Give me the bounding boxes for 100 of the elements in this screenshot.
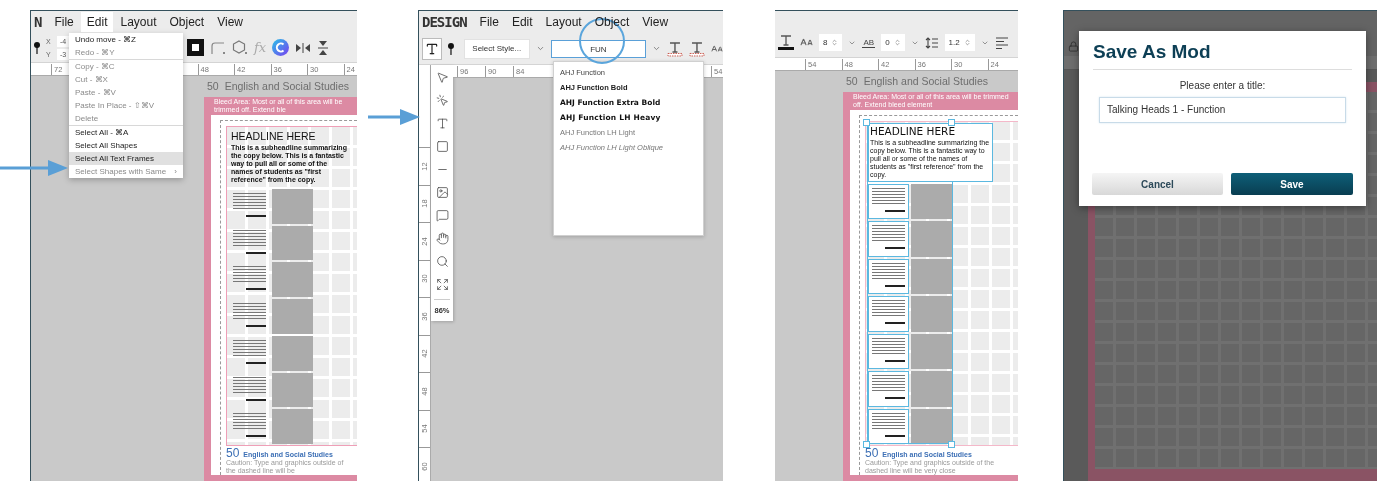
photo-placeholder	[272, 335, 313, 371]
app-logo: DESIGN	[422, 14, 467, 30]
name-text-line	[885, 284, 905, 287]
selection-handle[interactable]	[863, 441, 870, 448]
name-text-line	[246, 361, 266, 364]
quote-text-lines	[233, 376, 266, 395]
photo-placeholder	[911, 184, 952, 220]
text-color-icon[interactable]	[778, 34, 794, 51]
flip-horizontal-icon[interactable]	[295, 41, 312, 54]
name-text-line	[885, 322, 905, 325]
selection-handle[interactable]	[948, 441, 955, 448]
pointer-arrow	[0, 158, 68, 178]
expand-icon	[435, 278, 449, 291]
section-title: English and Social Studies	[224, 79, 350, 94]
text-tool-button[interactable]	[422, 37, 442, 60]
menu-item[interactable]: File	[48, 12, 80, 32]
menu-item[interactable]: Edit	[80, 12, 114, 32]
dialog-prompt: Please enter a title:	[1178, 80, 1267, 91]
hand-tool-button[interactable]	[433, 230, 451, 247]
pointer-arrow	[368, 107, 420, 127]
quote-text-lines	[233, 413, 266, 432]
fill-swatch-button[interactable]	[187, 39, 204, 56]
style-select[interactable]: Select Style...	[463, 38, 530, 59]
name-text-line	[246, 398, 266, 401]
quote-text-lines	[233, 303, 266, 322]
name-text-line	[885, 359, 905, 362]
text-icon	[424, 41, 439, 56]
tracking-field[interactable]: 0	[881, 34, 905, 51]
font-field[interactable]: FUN	[550, 39, 647, 58]
text-icon	[435, 117, 449, 130]
photo-placeholder	[911, 408, 952, 444]
font-size-field[interactable]: 8	[819, 34, 843, 51]
quote-text-lines	[872, 225, 905, 244]
headline: HEADLINE HERE	[231, 130, 317, 142]
search-icon	[435, 255, 449, 268]
quote-text-lines	[233, 229, 266, 248]
photo-placeholder	[911, 333, 952, 370]
chevron-down-icon[interactable]	[535, 44, 545, 53]
footer-page-number: 50	[865, 447, 879, 459]
flip-vertical-icon[interactable]	[317, 39, 330, 56]
save-button[interactable]: Save	[1231, 173, 1353, 195]
photo-placeholder	[272, 225, 313, 261]
name-text-line	[246, 288, 266, 291]
photo-placeholder	[272, 409, 313, 445]
title-input-field[interactable]: Talking Heads 1 - Function	[1099, 97, 1346, 123]
photo-placeholder	[272, 372, 313, 408]
chevron-down-icon[interactable]	[652, 44, 662, 53]
font-size-icon[interactable]	[711, 42, 723, 55]
quote-text-lines	[233, 193, 266, 211]
menu-item[interactable]: Layout	[114, 12, 163, 32]
photo-placeholder	[272, 262, 313, 298]
hand-icon	[435, 232, 449, 245]
headline: HEADLINE HERE	[870, 125, 957, 137]
comment-tool-button[interactable]	[433, 207, 451, 224]
name-text-line	[885, 434, 905, 437]
menu-item[interactable]: Select All Shapes	[69, 139, 183, 152]
tracking-label: AB	[862, 37, 876, 48]
section-title: English and Social Studies	[863, 74, 989, 89]
quote-text-lines	[872, 188, 905, 206]
color-logo-icon[interactable]	[272, 39, 290, 56]
photo-placeholder	[911, 221, 952, 257]
leading-field[interactable]: 1.2	[944, 34, 975, 51]
selection-handle[interactable]	[948, 119, 955, 126]
lock-icon	[1068, 41, 1079, 52]
pin-icon	[34, 41, 40, 54]
image-icon	[435, 186, 449, 199]
speech-bubble-icon	[435, 209, 449, 222]
page-number: 50	[846, 74, 858, 89]
name-text-line	[885, 247, 905, 250]
quote-text-lines	[233, 266, 266, 285]
photo-placeholder	[911, 296, 952, 332]
name-text-line	[246, 325, 266, 328]
corner-radius-icon[interactable]	[210, 40, 226, 55]
footer-page-number: 50	[226, 447, 240, 459]
menu-item[interactable]: View	[211, 12, 249, 32]
photo-placeholder	[272, 189, 313, 224]
name-text-line	[885, 397, 905, 400]
align-left-icon[interactable]	[994, 36, 1009, 49]
page-number: 50	[207, 79, 219, 94]
square-icon	[435, 140, 449, 153]
name-text-line	[885, 210, 905, 212]
menu-item[interactable]: Select All Text Frames	[69, 152, 183, 165]
leading-icon	[924, 36, 939, 49]
pin-icon	[447, 42, 454, 55]
text-underline-icon[interactable]	[689, 40, 706, 57]
menu-item[interactable]: Layout	[539, 12, 588, 32]
name-text-line	[246, 435, 266, 438]
menu-item[interactable]: File	[473, 12, 505, 32]
menu-item[interactable]: Select All - ⌘A	[69, 126, 183, 139]
menu-item[interactable]: Object	[163, 12, 211, 32]
pointer-icon	[435, 71, 449, 84]
menu-item[interactable]: Edit	[505, 12, 539, 32]
quote-text-lines	[872, 375, 905, 394]
selection-handle[interactable]	[863, 119, 870, 126]
cancel-button[interactable]: Cancel	[1092, 173, 1223, 195]
menu-item[interactable]: View	[636, 12, 675, 32]
text-underline-icon[interactable]	[667, 40, 684, 57]
quote-text-lines	[872, 300, 905, 319]
polygon-icon[interactable]	[232, 40, 248, 55]
app-logo: N	[34, 14, 42, 30]
